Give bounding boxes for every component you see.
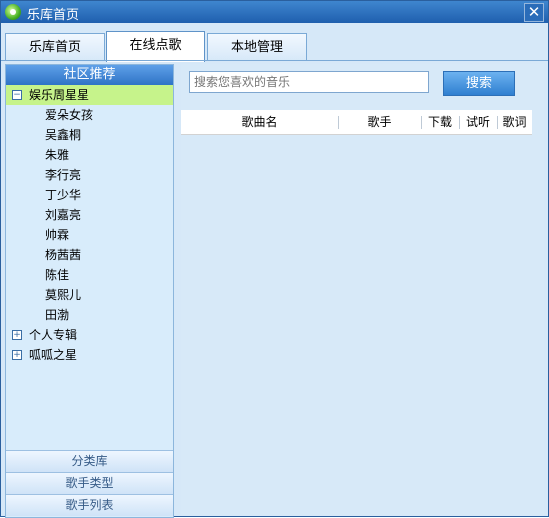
tree-item-artist[interactable]: 帅霖: [6, 225, 173, 245]
song-table-header: 歌曲名 歌手 下载 试听 歌词: [181, 110, 532, 135]
main-panel: 搜索 歌曲名 歌手 下载 试听 歌词: [181, 64, 544, 516]
column-preview[interactable]: 试听: [459, 110, 497, 134]
tree-group-label: 娱乐周星星: [29, 88, 90, 102]
singer-list-button[interactable]: 歌手列表: [6, 494, 173, 516]
search-button[interactable]: 搜索: [443, 71, 515, 96]
tree-item-label: 田渤: [45, 308, 70, 322]
tree-item-label: 陈佳: [45, 268, 70, 282]
tab-online-songs[interactable]: 在线点歌: [106, 31, 205, 62]
category-tree: − 娱乐周星星 爱朵女孩 吴鑫桐 朱雅 李行亮 丁少华 刘嘉亮 帅霖 杨茜茜 陈…: [6, 85, 173, 365]
tree-item-artist[interactable]: 爱朵女孩: [6, 105, 173, 125]
tree-group-label: 个人专辑: [29, 328, 78, 342]
window-title: 乐库首页: [27, 8, 80, 23]
tree-item-label: 吴鑫桐: [45, 128, 82, 142]
tree-item-artist[interactable]: 朱雅: [6, 145, 173, 165]
tree-item-artist[interactable]: 杨茜茜: [6, 245, 173, 265]
tree-group-weekly-stars[interactable]: − 娱乐周星星: [6, 85, 173, 105]
tree-item-artist[interactable]: 吴鑫桐: [6, 125, 173, 145]
tree-item-label: 莫熙儿: [45, 288, 82, 302]
column-lyrics[interactable]: 歌词: [497, 110, 532, 134]
tree-item-label: 丁少华: [45, 188, 82, 202]
tab-bar: 乐库首页 在线点歌 本地管理: [1, 23, 548, 62]
sidebar-header[interactable]: 社区推荐: [6, 65, 173, 85]
tree-item-artist[interactable]: 李行亮: [6, 165, 173, 185]
close-button[interactable]: ✕: [524, 3, 544, 22]
expand-icon[interactable]: +: [12, 350, 22, 360]
tab-library-home[interactable]: 乐库首页: [5, 33, 105, 61]
tab-local-management[interactable]: 本地管理: [207, 33, 307, 61]
tree-item-artist[interactable]: 莫熙儿: [6, 285, 173, 305]
column-song-name[interactable]: 歌曲名: [181, 110, 338, 134]
tree-item-artist[interactable]: 丁少华: [6, 185, 173, 205]
app-logo-icon: [5, 4, 21, 20]
tree-item-label: 帅霖: [45, 228, 70, 242]
column-singer[interactable]: 歌手: [338, 110, 421, 134]
category-library-button[interactable]: 分类库: [6, 450, 173, 472]
collapse-icon[interactable]: −: [12, 90, 22, 100]
tree-item-label: 刘嘉亮: [45, 208, 82, 222]
tree-item-artist[interactable]: 陈佳: [6, 265, 173, 285]
tree-item-label: 李行亮: [45, 168, 82, 182]
tab-divider: [1, 60, 548, 61]
tree-item-artist[interactable]: 田渤: [6, 305, 173, 325]
app-window: 乐库首页 ✕ 乐库首页 在线点歌 本地管理 社区推荐 − 娱乐周星星 爱朵女孩 …: [0, 0, 549, 518]
title-bar[interactable]: 乐库首页 ✕: [1, 1, 548, 23]
search-input[interactable]: [189, 71, 429, 93]
singer-type-button[interactable]: 歌手类型: [6, 472, 173, 494]
tree-group-guagua-stars[interactable]: + 呱呱之星: [6, 345, 173, 365]
tree-group-personal-albums[interactable]: + 个人专辑: [6, 325, 173, 345]
sidebar: 社区推荐 − 娱乐周星星 爱朵女孩 吴鑫桐 朱雅 李行亮 丁少华 刘嘉亮 帅霖 …: [5, 64, 174, 518]
tree-group-label: 呱呱之星: [29, 348, 78, 362]
tree-item-label: 杨茜茜: [45, 248, 82, 262]
column-download[interactable]: 下载: [421, 110, 459, 134]
tree-item-artist[interactable]: 刘嘉亮: [6, 205, 173, 225]
tree-item-label: 朱雅: [45, 148, 70, 162]
tree-item-label: 爱朵女孩: [45, 108, 94, 122]
expand-icon[interactable]: +: [12, 330, 22, 340]
